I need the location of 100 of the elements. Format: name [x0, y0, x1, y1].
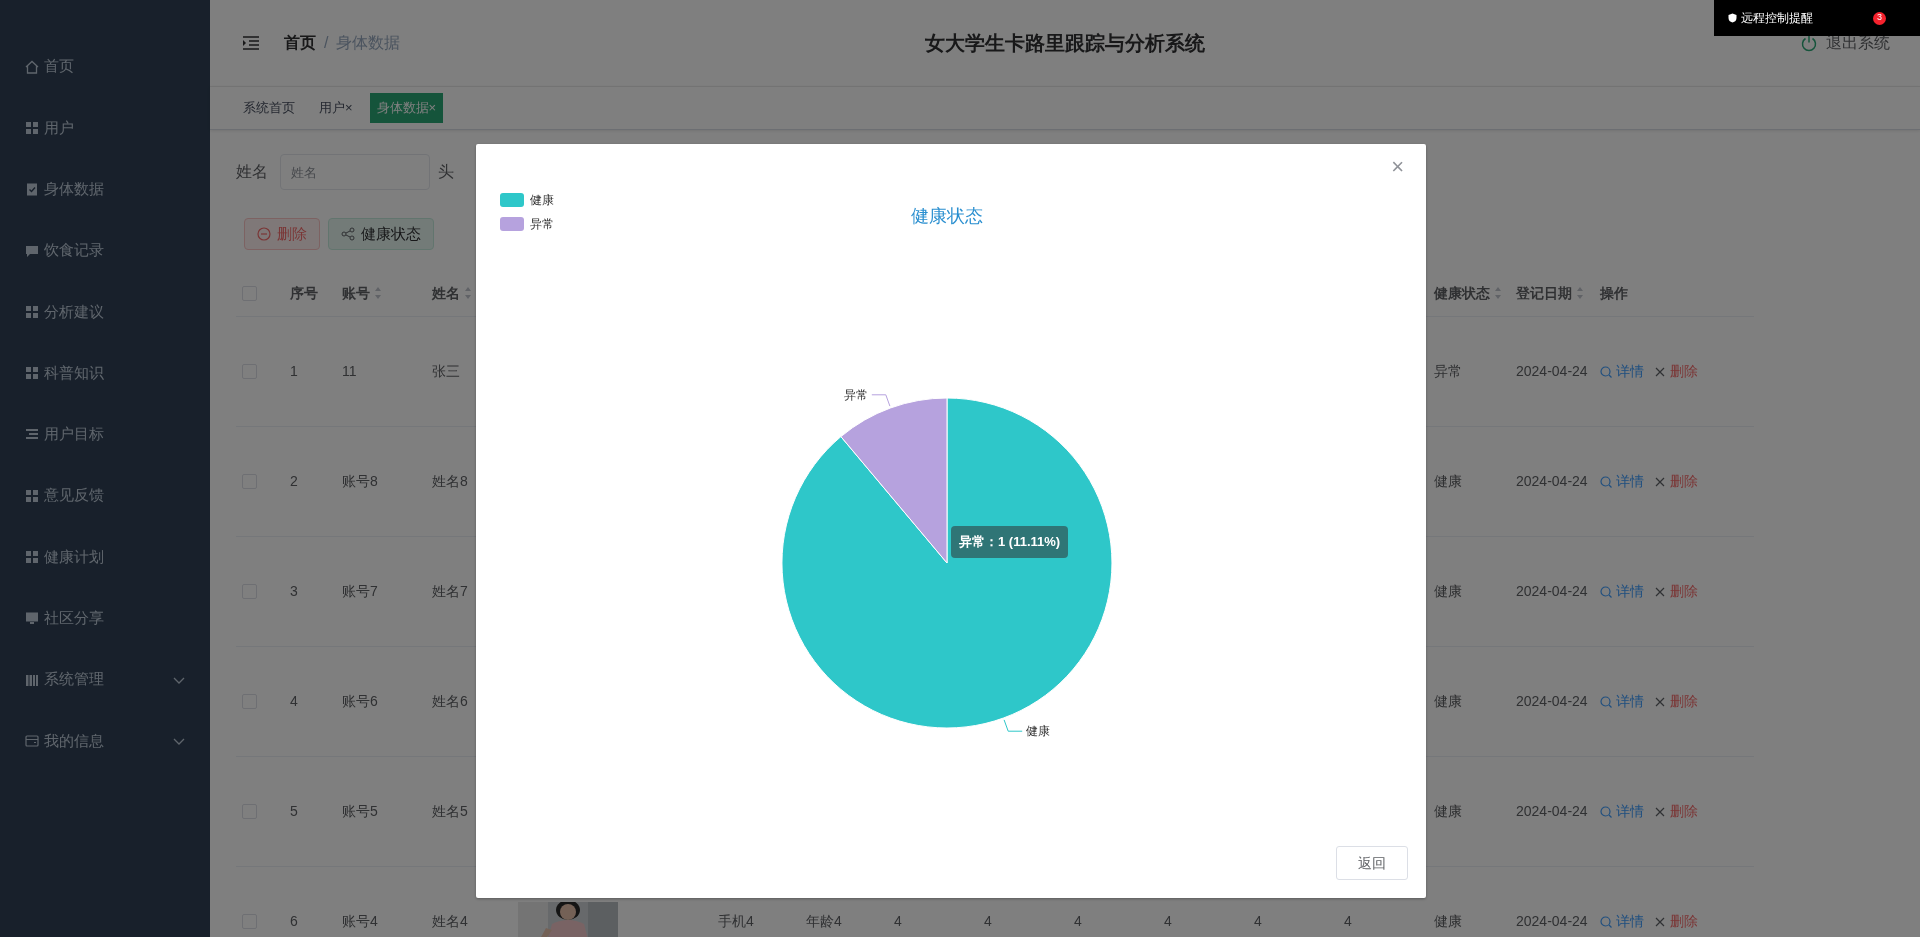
table-cell-text: 姓名6	[432, 692, 468, 711]
tab[interactable]: 用户×	[312, 93, 360, 123]
details-link[interactable]: 详情	[1616, 911, 1644, 932]
sidebar-item[interactable]: 社区分享	[0, 587, 210, 649]
table-cell-text: 4	[1164, 912, 1172, 931]
search-icon	[1600, 915, 1612, 928]
details-link[interactable]: 详情	[1616, 691, 1644, 712]
column-header: 账号	[342, 283, 370, 303]
slice-label: 健康	[1026, 724, 1051, 739]
legend-item[interactable]: 健康	[500, 193, 554, 207]
shield-icon	[1728, 13, 1737, 23]
table-cell-text: 11	[342, 362, 357, 381]
table-cell-text: 健康	[1434, 692, 1462, 711]
table-cell-text: 2024-04-24	[1516, 692, 1588, 711]
table-cell-text: 2024-04-24	[1516, 582, 1588, 601]
column-header: 序号	[290, 283, 318, 303]
sidebar-item[interactable]: 用户目标	[0, 403, 210, 466]
table-cell-text: 健康	[1434, 472, 1462, 491]
grid-icon	[24, 549, 40, 565]
chart-button[interactable]: 健康状态	[328, 218, 434, 250]
back-button[interactable]: 返回	[1336, 846, 1408, 880]
table-cell-text: 4	[894, 912, 902, 931]
sort-icon[interactable]	[374, 286, 382, 300]
app-title: 女大学生卡路里跟踪与分析系统	[925, 32, 1205, 54]
legend-item[interactable]: 异常	[500, 217, 554, 231]
delete-button[interactable]: 删除	[244, 218, 320, 250]
delete-link[interactable]: 删除	[1670, 911, 1698, 932]
delete-link[interactable]: 删除	[1670, 691, 1698, 712]
table-cell-text: 5	[290, 802, 298, 821]
sort-icon[interactable]	[1576, 286, 1584, 300]
chart-tooltip: 异常：1 (11.11%)	[951, 526, 1069, 558]
table-cell-text: 张三	[432, 362, 460, 381]
sidebar-item[interactable]: 意见反馈	[0, 465, 210, 527]
delete-link[interactable]: 删除	[1670, 361, 1698, 382]
notification-title[interactable]: 远程控制提醒	[1741, 9, 1813, 27]
close-icon	[1654, 915, 1666, 928]
grid-icon	[24, 365, 40, 382]
table-cell-text: 健康	[1434, 582, 1462, 601]
delete-link[interactable]: 删除	[1670, 801, 1698, 822]
monitor-icon	[24, 610, 40, 627]
sidebar-item[interactable]: 身体数据	[0, 158, 210, 220]
count-badge: 3	[1873, 11, 1886, 25]
field-label: 头	[438, 162, 454, 182]
tab[interactable]: 身体数据×	[369, 93, 444, 123]
details-link[interactable]: 详情	[1616, 361, 1644, 382]
sort-icon[interactable]	[1494, 286, 1502, 300]
table-cell-text: 健康	[1434, 802, 1462, 821]
table-cell-text: 账号7	[342, 582, 378, 601]
sort-icon[interactable]	[464, 286, 472, 300]
table-cell-text: 3	[290, 582, 298, 601]
table-cell-text: 4	[1344, 912, 1352, 931]
clipboard-icon	[24, 181, 40, 198]
table-cell-text: 6	[290, 912, 298, 931]
column-header: 登记日期	[1516, 283, 1572, 303]
table-cell-text: 1	[290, 362, 298, 381]
table-cell-text: 4	[984, 912, 992, 931]
sidebar-item[interactable]: 健康计划	[0, 526, 210, 588]
table-cell-text: 年龄4	[806, 912, 842, 931]
details-link[interactable]: 详情	[1616, 581, 1644, 602]
search-icon	[1600, 695, 1612, 708]
column-header: 姓名	[432, 283, 460, 303]
table-cell-text: 健康	[1434, 912, 1462, 931]
menu-icon[interactable]	[242, 35, 260, 51]
table-cell-text: 手机4	[718, 912, 754, 931]
sidebar-item[interactable]: 科普知识	[0, 342, 210, 404]
sidebar-item[interactable]: 我的信息	[0, 710, 210, 772]
field-label: 姓名	[236, 162, 268, 182]
search-icon	[1600, 365, 1612, 378]
delete-link[interactable]: 删除	[1670, 581, 1698, 602]
close-icon	[1654, 695, 1666, 708]
details-link[interactable]: 详情	[1616, 801, 1644, 822]
table-cell-text: 2024-04-24	[1516, 802, 1588, 821]
close-button[interactable]: ×	[1389, 154, 1406, 180]
delete-link[interactable]: 删除	[1670, 471, 1698, 492]
details-link[interactable]: 详情	[1616, 471, 1644, 492]
share-icon	[341, 227, 355, 241]
breadcrumb-link[interactable]: 首页	[284, 31, 316, 55]
close-icon	[1654, 475, 1666, 488]
grid-icon	[24, 487, 40, 504]
grid-icon	[24, 119, 40, 136]
sidebar-item[interactable]: 分析建议	[0, 281, 210, 343]
search-icon	[1600, 475, 1612, 488]
close-icon	[1654, 805, 1666, 818]
table-cell-text: 4	[1074, 912, 1082, 931]
table-cell-text: 4	[1254, 912, 1262, 931]
table-cell-text: 异常	[1434, 362, 1462, 381]
sidebar-item[interactable]: 用户	[0, 97, 210, 159]
table-cell-text: 2024-04-24	[1516, 912, 1588, 931]
table-cell-text: 姓名8	[432, 472, 468, 491]
table-cell-text: 2	[290, 472, 298, 491]
minus-circle-icon	[257, 227, 271, 241]
breadcrumb-separator: /	[324, 33, 329, 53]
close-icon	[1654, 365, 1666, 378]
close-icon	[1654, 585, 1666, 598]
sidebar-item[interactable]: 系统管理	[0, 648, 210, 711]
sidebar-item[interactable]: 首页	[0, 36, 210, 98]
table-cell-text: 4	[290, 692, 298, 711]
sidebar-item[interactable]: 饮食记录	[0, 219, 210, 282]
card-icon	[24, 732, 40, 749]
tab[interactable]: 系统首页	[236, 93, 302, 123]
